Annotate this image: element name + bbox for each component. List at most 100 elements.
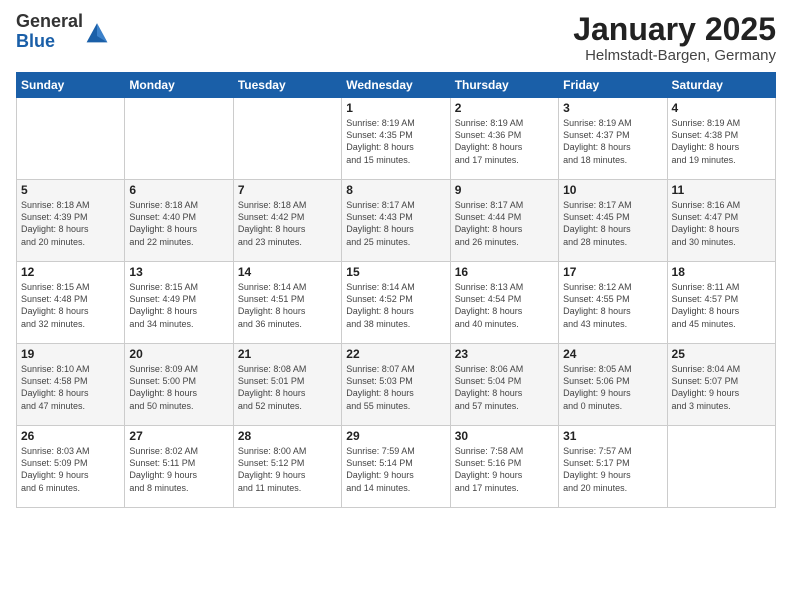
day-info: Sunrise: 8:06 AM Sunset: 5:04 PM Dayligh… — [455, 363, 554, 412]
day-info: Sunrise: 8:10 AM Sunset: 4:58 PM Dayligh… — [21, 363, 120, 412]
calendar-cell — [125, 98, 233, 180]
weekday-header-sunday: Sunday — [17, 73, 125, 98]
calendar-cell: 16 Sunrise: 8:13 AM Sunset: 4:54 PM Dayli… — [450, 262, 558, 344]
page: General Blue January 2025 Helmstadt-Barg… — [0, 0, 792, 612]
day-number: 5 — [21, 183, 120, 197]
day-info: Sunrise: 8:19 AM Sunset: 4:35 PM Dayligh… — [346, 117, 445, 166]
day-number: 11 — [672, 183, 771, 197]
day-info: Sunrise: 8:14 AM Sunset: 4:51 PM Dayligh… — [238, 281, 337, 330]
day-number: 25 — [672, 347, 771, 361]
day-info: Sunrise: 8:05 AM Sunset: 5:06 PM Dayligh… — [563, 363, 662, 412]
day-number: 4 — [672, 101, 771, 115]
day-number: 8 — [346, 183, 445, 197]
calendar-cell: 22 Sunrise: 8:07 AM Sunset: 5:03 PM Dayli… — [342, 344, 450, 426]
calendar-cell: 20 Sunrise: 8:09 AM Sunset: 5:00 PM Dayli… — [125, 344, 233, 426]
day-info: Sunrise: 8:09 AM Sunset: 5:00 PM Dayligh… — [129, 363, 228, 412]
calendar-cell: 29 Sunrise: 7:59 AM Sunset: 5:14 PM Dayli… — [342, 426, 450, 508]
calendar-cell: 27Sunrise: 8:02 AM Sunset: 5:11 PM Dayli… — [125, 426, 233, 508]
calendar-cell: 8Sunrise: 8:17 AM Sunset: 4:43 PM Daylig… — [342, 180, 450, 262]
header: General Blue January 2025 Helmstadt-Barg… — [16, 12, 776, 64]
day-info: Sunrise: 8:15 AM Sunset: 4:49 PM Dayligh… — [129, 281, 228, 330]
calendar-cell: 13 Sunrise: 8:15 AM Sunset: 4:49 PM Dayli… — [125, 262, 233, 344]
day-info: Sunrise: 8:13 AM Sunset: 4:54 PM Dayligh… — [455, 281, 554, 330]
day-info: Sunrise: 8:07 AM Sunset: 5:03 PM Dayligh… — [346, 363, 445, 412]
calendar-cell: 19Sunrise: 8:10 AM Sunset: 4:58 PM Dayli… — [17, 344, 125, 426]
calendar-week-row: 1 Sunrise: 8:19 AM Sunset: 4:35 PM Daylig… — [17, 98, 776, 180]
day-info: Sunrise: 8:17 AM Sunset: 4:45 PM Dayligh… — [563, 199, 662, 248]
calendar-week-row: 12 Sunrise: 8:15 AM Sunset: 4:48 PM Dayli… — [17, 262, 776, 344]
calendar-cell: 30 Sunrise: 7:58 AM Sunset: 5:16 PM Dayli… — [450, 426, 558, 508]
day-number: 20 — [129, 347, 228, 361]
day-info: Sunrise: 8:19 AM Sunset: 4:38 PM Dayligh… — [672, 117, 771, 166]
day-number: 1 — [346, 101, 445, 115]
day-info: Sunrise: 7:57 AM Sunset: 5:17 PM Dayligh… — [563, 445, 662, 494]
calendar-cell — [667, 426, 775, 508]
day-number: 24 — [563, 347, 662, 361]
day-info: Sunrise: 8:03 AM Sunset: 5:09 PM Dayligh… — [21, 445, 120, 494]
day-number: 14 — [238, 265, 337, 279]
calendar-cell: 5Sunrise: 8:18 AM Sunset: 4:39 PM Daylig… — [17, 180, 125, 262]
month-title: January 2025 — [573, 12, 776, 47]
calendar-cell: 6 Sunrise: 8:18 AM Sunset: 4:40 PM Daylig… — [125, 180, 233, 262]
calendar-cell: 1 Sunrise: 8:19 AM Sunset: 4:35 PM Daylig… — [342, 98, 450, 180]
day-info: Sunrise: 8:15 AM Sunset: 4:48 PM Dayligh… — [21, 281, 120, 330]
weekday-header-monday: Monday — [125, 73, 233, 98]
calendar-cell: 10 Sunrise: 8:17 AM Sunset: 4:45 PM Dayli… — [559, 180, 667, 262]
day-info: Sunrise: 8:18 AM Sunset: 4:40 PM Dayligh… — [129, 199, 228, 248]
calendar-cell: 12 Sunrise: 8:15 AM Sunset: 4:48 PM Dayli… — [17, 262, 125, 344]
day-info: Sunrise: 8:18 AM Sunset: 4:42 PM Dayligh… — [238, 199, 337, 248]
day-info: Sunrise: 7:59 AM Sunset: 5:14 PM Dayligh… — [346, 445, 445, 494]
day-info: Sunrise: 8:08 AM Sunset: 5:01 PM Dayligh… — [238, 363, 337, 412]
logo: General Blue — [16, 12, 109, 52]
day-info: Sunrise: 8:02 AM Sunset: 5:11 PM Dayligh… — [129, 445, 228, 494]
day-number: 7 — [238, 183, 337, 197]
day-number: 22 — [346, 347, 445, 361]
calendar-cell: 23Sunrise: 8:06 AM Sunset: 5:04 PM Dayli… — [450, 344, 558, 426]
day-info: Sunrise: 8:00 AM Sunset: 5:12 PM Dayligh… — [238, 445, 337, 494]
day-number: 13 — [129, 265, 228, 279]
day-info: Sunrise: 8:14 AM Sunset: 4:52 PM Dayligh… — [346, 281, 445, 330]
day-info: Sunrise: 8:12 AM Sunset: 4:55 PM Dayligh… — [563, 281, 662, 330]
calendar-cell: 17 Sunrise: 8:12 AM Sunset: 4:55 PM Dayli… — [559, 262, 667, 344]
calendar-week-row: 5Sunrise: 8:18 AM Sunset: 4:39 PM Daylig… — [17, 180, 776, 262]
calendar-cell: 2Sunrise: 8:19 AM Sunset: 4:36 PM Daylig… — [450, 98, 558, 180]
weekday-header-row: SundayMondayTuesdayWednesdayThursdayFrid… — [17, 73, 776, 98]
title-block: January 2025 Helmstadt-Bargen, Germany — [573, 12, 776, 64]
day-info: Sunrise: 8:04 AM Sunset: 5:07 PM Dayligh… — [672, 363, 771, 412]
calendar: SundayMondayTuesdayWednesdayThursdayFrid… — [16, 72, 776, 508]
calendar-cell: 25 Sunrise: 8:04 AM Sunset: 5:07 PM Dayli… — [667, 344, 775, 426]
logo-icon — [85, 20, 109, 44]
calendar-cell: 21 Sunrise: 8:08 AM Sunset: 5:01 PM Dayli… — [233, 344, 341, 426]
calendar-cell: 18 Sunrise: 8:11 AM Sunset: 4:57 PM Dayli… — [667, 262, 775, 344]
calendar-cell: 7 Sunrise: 8:18 AM Sunset: 4:42 PM Daylig… — [233, 180, 341, 262]
calendar-cell: 26Sunrise: 8:03 AM Sunset: 5:09 PM Dayli… — [17, 426, 125, 508]
location-title: Helmstadt-Bargen, Germany — [573, 47, 776, 64]
day-number: 17 — [563, 265, 662, 279]
weekday-header-wednesday: Wednesday — [342, 73, 450, 98]
day-number: 16 — [455, 265, 554, 279]
day-info: Sunrise: 8:11 AM Sunset: 4:57 PM Dayligh… — [672, 281, 771, 330]
calendar-cell: 15 Sunrise: 8:14 AM Sunset: 4:52 PM Dayli… — [342, 262, 450, 344]
day-info: Sunrise: 7:58 AM Sunset: 5:16 PM Dayligh… — [455, 445, 554, 494]
calendar-cell: 9 Sunrise: 8:17 AM Sunset: 4:44 PM Daylig… — [450, 180, 558, 262]
day-info: Sunrise: 8:19 AM Sunset: 4:37 PM Dayligh… — [563, 117, 662, 166]
day-number: 10 — [563, 183, 662, 197]
calendar-cell: 31Sunrise: 7:57 AM Sunset: 5:17 PM Dayli… — [559, 426, 667, 508]
day-number: 21 — [238, 347, 337, 361]
day-number: 29 — [346, 429, 445, 443]
weekday-header-tuesday: Tuesday — [233, 73, 341, 98]
calendar-cell: 11 Sunrise: 8:16 AM Sunset: 4:47 PM Dayli… — [667, 180, 775, 262]
weekday-header-friday: Friday — [559, 73, 667, 98]
weekday-header-saturday: Saturday — [667, 73, 775, 98]
day-number: 9 — [455, 183, 554, 197]
calendar-cell: 3 Sunrise: 8:19 AM Sunset: 4:37 PM Daylig… — [559, 98, 667, 180]
day-number: 18 — [672, 265, 771, 279]
day-info: Sunrise: 8:16 AM Sunset: 4:47 PM Dayligh… — [672, 199, 771, 248]
day-number: 3 — [563, 101, 662, 115]
day-number: 6 — [129, 183, 228, 197]
day-number: 12 — [21, 265, 120, 279]
day-number: 28 — [238, 429, 337, 443]
day-number: 15 — [346, 265, 445, 279]
day-number: 30 — [455, 429, 554, 443]
day-info: Sunrise: 8:17 AM Sunset: 4:44 PM Dayligh… — [455, 199, 554, 248]
